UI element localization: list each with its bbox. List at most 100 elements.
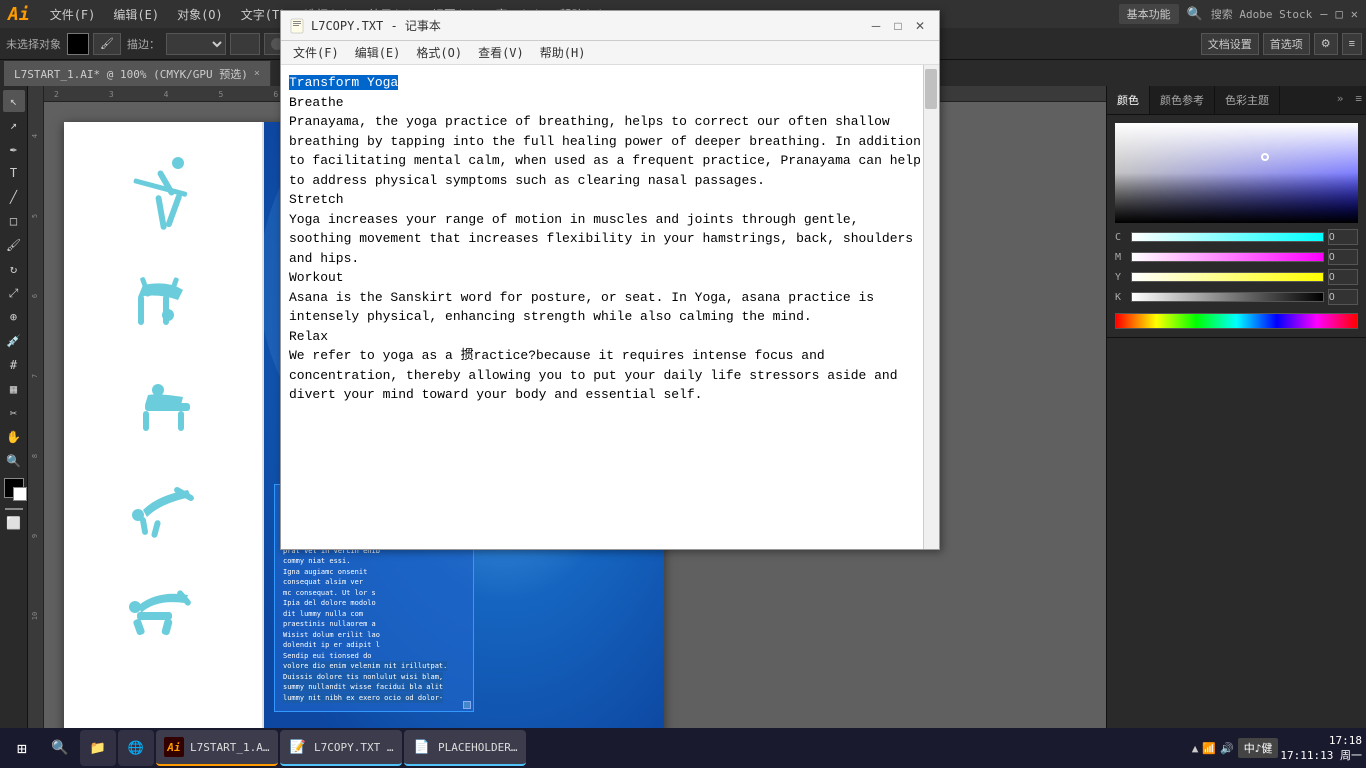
notepad-close-btn[interactable]: ✕ xyxy=(909,15,931,37)
search-button[interactable]: 🔍 xyxy=(42,730,78,766)
tray-input-method[interactable]: 中♪健 xyxy=(1238,738,1279,758)
blend-tool[interactable]: ⊕ xyxy=(3,306,25,328)
slider-row-m: M xyxy=(1115,249,1358,265)
text-box-handle[interactable] xyxy=(463,701,471,709)
fill-color[interactable] xyxy=(67,33,89,55)
np-menu-help[interactable]: 帮助(H) xyxy=(532,42,594,63)
yoga-figure-3 xyxy=(118,352,208,442)
slider-c[interactable] xyxy=(1131,232,1324,242)
rect-tool[interactable]: □ xyxy=(3,210,25,232)
np-menu-format[interactable]: 格式(O) xyxy=(408,42,470,63)
mesh-tool[interactable]: # xyxy=(3,354,25,376)
artboard-left xyxy=(64,122,264,742)
notepad1-label: L7COPY.TXT - 记... xyxy=(314,739,394,755)
basic-mode-btn[interactable]: 基本功能 xyxy=(1119,4,1179,24)
ruler-mark-4: 4 xyxy=(31,129,39,143)
taskbar-notepad2[interactable]: 📄 PLACEHOLDER.TX... xyxy=(404,730,526,766)
np-menu-edit[interactable]: 编辑(E) xyxy=(347,42,409,63)
taskbar-time[interactable]: 17:18 17:11:13 周一 xyxy=(1280,734,1362,763)
v-ruler: 4 5 6 7 8 9 10 xyxy=(28,86,44,742)
doc-settings-btn[interactable]: 文档设置 xyxy=(1201,33,1259,55)
slider-row-c: C xyxy=(1115,229,1358,245)
menu-edit[interactable]: 编辑(E) xyxy=(105,4,167,25)
slider-m[interactable] xyxy=(1131,252,1324,262)
color-spectrum[interactable] xyxy=(1115,123,1358,223)
notepad-scroll-thumb[interactable] xyxy=(925,69,937,109)
direct-select-tool[interactable]: ↗ xyxy=(3,114,25,136)
np-menu-view[interactable]: 查看(V) xyxy=(470,42,532,63)
file-explorer-icon: 📁 xyxy=(88,738,108,758)
extra-btn[interactable]: ⚙ xyxy=(1314,33,1338,55)
notepad-window-icon xyxy=(289,18,305,34)
hand-tool[interactable]: ✋ xyxy=(3,426,25,448)
tab-close-btn[interactable]: × xyxy=(254,68,260,79)
eyedropper-tool[interactable]: 💉 xyxy=(3,330,25,352)
scale-tool[interactable]: ⤢ xyxy=(3,282,25,304)
stroke-select[interactable] xyxy=(166,33,226,55)
brush-tool[interactable]: 🖌 xyxy=(3,234,25,256)
brush-btn[interactable]: 🖌 xyxy=(93,33,121,55)
select-tool[interactable]: ↖ xyxy=(3,90,25,112)
notepad-window: L7COPY.TXT - 记事本 ─ □ ✕ 文件(F) 编辑(E) 格式(O)… xyxy=(280,10,940,550)
notepad-minimize-btn[interactable]: ─ xyxy=(865,15,887,37)
line-tool[interactable]: ╱ xyxy=(3,186,25,208)
taskbar: ⊞ 🔍 📁 🌐 Ai L7START_1.AI* @... 📝 L7COPY.T… xyxy=(0,728,1366,768)
taskbar-edge[interactable]: 🌐 xyxy=(118,730,154,766)
zoom-tool[interactable]: 🔍 xyxy=(3,450,25,472)
preferences-btn[interactable]: 首选项 xyxy=(1263,33,1310,55)
illustrator-icon: Ai xyxy=(164,737,184,757)
yoga-figure-1 xyxy=(118,152,208,242)
panel-content-area xyxy=(1107,338,1366,742)
tab-label: L7START_1.AI* @ 100% (CMYK/GPU 预选) xyxy=(14,66,248,82)
left-tools: ↖ ↗ ✒ T ╱ □ 🖌 ↻ ⤢ ⊕ 💉 # ▦ ✂ ✋ 🔍 ⬜ xyxy=(0,86,28,742)
notepad2-icon: 📄 xyxy=(412,737,432,757)
no-selection-label: 未选择对象 xyxy=(4,36,63,52)
slider-m-input[interactable] xyxy=(1328,249,1358,265)
start-button[interactable]: ⊞ xyxy=(4,730,40,766)
notepad-text-area[interactable]: Transform Yoga Breathe Pranayama, the yo… xyxy=(281,65,939,549)
taskbar-illustrator[interactable]: Ai L7START_1.AI* @... xyxy=(156,730,278,766)
color-theme-tab[interactable]: 色彩主题 xyxy=(1215,86,1280,114)
notepad2-label: PLACEHOLDER.TX... xyxy=(438,741,518,754)
slider-c-input[interactable] xyxy=(1328,229,1358,245)
color-ref-tab[interactable]: 颜色参考 xyxy=(1150,86,1215,114)
np-menu-file[interactable]: 文件(F) xyxy=(285,42,347,63)
document-tab[interactable]: L7START_1.AI* @ 100% (CMYK/GPU 预选) × xyxy=(4,61,271,86)
tray-sound: 🔊 xyxy=(1220,742,1234,755)
slider-k-input[interactable] xyxy=(1328,289,1358,305)
notepad-maximize-btn[interactable]: □ xyxy=(887,15,909,37)
notepad1-icon: 📝 xyxy=(288,737,308,757)
menu-file[interactable]: 文件(F) xyxy=(42,4,104,25)
fill-color-swatch[interactable] xyxy=(4,478,24,498)
taskbar-file-explorer[interactable]: 📁 xyxy=(80,730,116,766)
gradient-tool[interactable]: ▦ xyxy=(3,378,25,400)
pen-tool[interactable]: ✒ xyxy=(3,138,25,160)
rotate-tool[interactable]: ↻ xyxy=(3,258,25,280)
slider-y-input[interactable] xyxy=(1328,269,1358,285)
panel-menu[interactable]: ≡ xyxy=(1351,86,1366,114)
notepad-selected-text: Transform Yoga xyxy=(289,75,398,90)
panel-arrow[interactable]: » xyxy=(1329,86,1352,114)
notepad-scrollbar[interactable] xyxy=(923,65,939,549)
screen-mode-btn[interactable]: ⬜ xyxy=(3,512,25,534)
color-gradient-bar[interactable] xyxy=(1115,313,1358,329)
scissors-tool[interactable]: ✂ xyxy=(3,402,25,424)
right-panels: 颜色 颜色参考 色彩主题 » ≡ C M xyxy=(1106,86,1366,742)
ruler-mark-9: 9 xyxy=(31,529,39,543)
taskbar-notepad1[interactable]: 📝 L7COPY.TXT - 记... xyxy=(280,730,402,766)
ai-logo: Ai xyxy=(8,4,30,25)
notepad-titlebar[interactable]: L7COPY.TXT - 记事本 ─ □ ✕ xyxy=(281,11,939,41)
color-tab[interactable]: 颜色 xyxy=(1107,86,1150,114)
type-tool[interactable]: T xyxy=(3,162,25,184)
tray-icons: ▲ xyxy=(1192,742,1199,755)
system-tray: ▲ 📶 🔊 中♪健 xyxy=(1192,738,1279,758)
slider-y[interactable] xyxy=(1131,272,1324,282)
color-picker-handle[interactable] xyxy=(1261,153,1269,161)
date-display: 17:11:13 周一 xyxy=(1280,747,1362,763)
menu-object[interactable]: 对象(O) xyxy=(169,4,231,25)
slider-k[interactable] xyxy=(1131,292,1324,302)
extra-btn2[interactable]: ≡ xyxy=(1342,33,1362,55)
ruler-mark-8: 8 xyxy=(31,449,39,463)
toolbar-end: 文档设置 首选项 ⚙ ≡ xyxy=(1201,33,1362,55)
slider-label-m: M xyxy=(1115,252,1127,263)
